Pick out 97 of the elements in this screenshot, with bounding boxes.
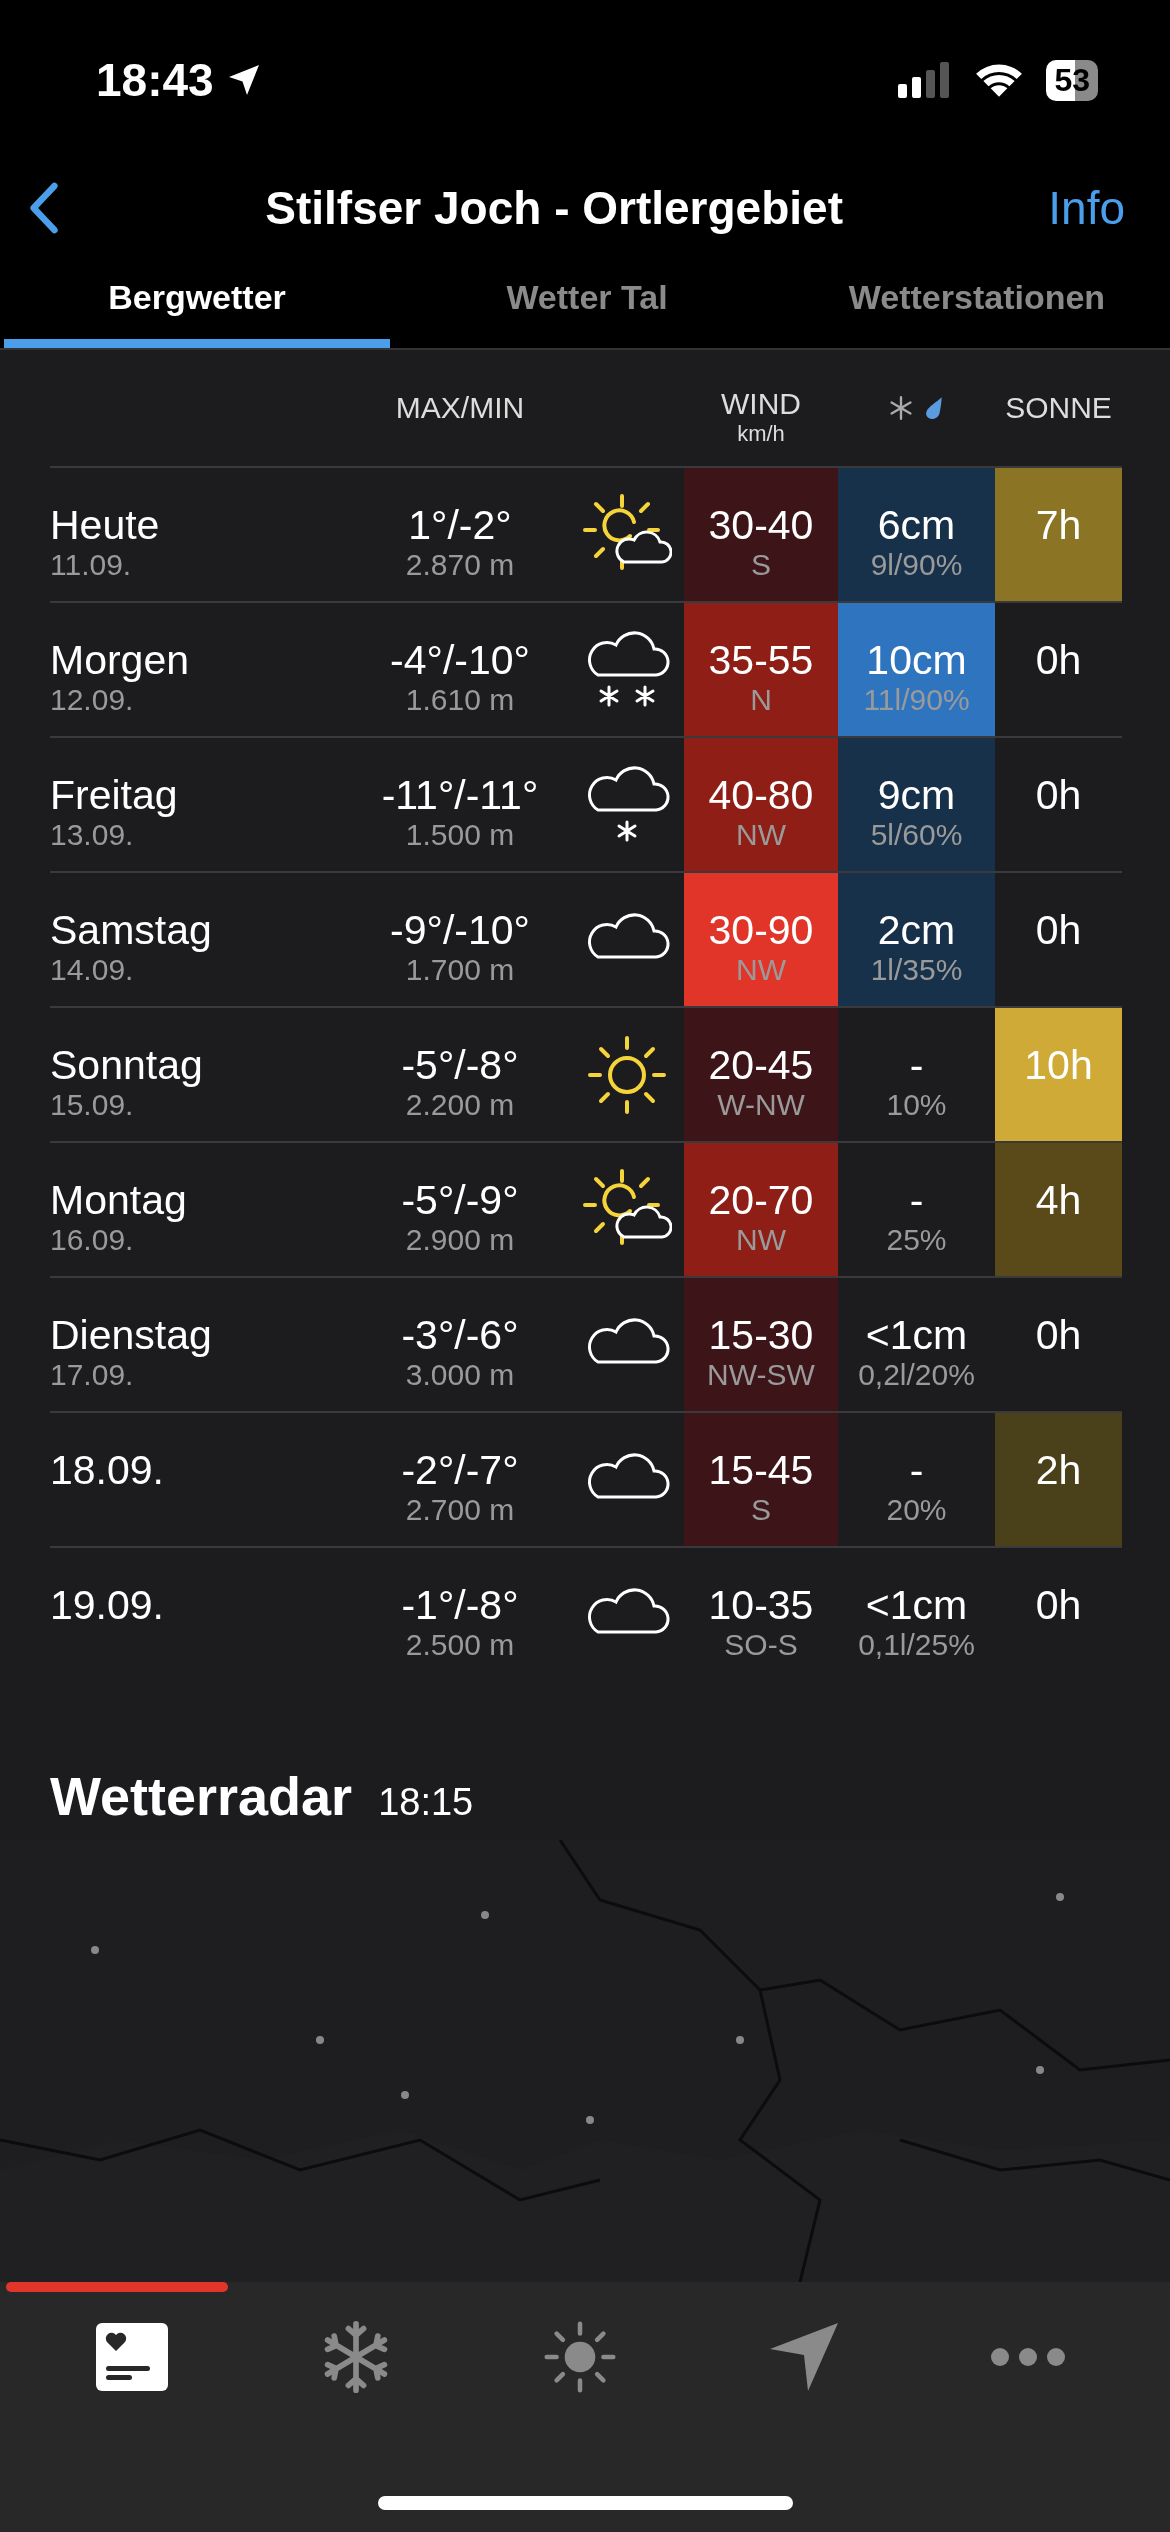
snow-amount: -	[909, 1042, 924, 1088]
wind-direction: SO-S	[724, 1628, 798, 1662]
temperature-range: -9°/-10°	[390, 907, 530, 953]
precipitation-detail: 10%	[886, 1088, 947, 1122]
precipitation-detail: 11l/90%	[863, 683, 970, 717]
wind-direction: NW	[736, 1223, 786, 1257]
wind-speed: 15-30	[708, 1312, 814, 1358]
sunshine-hours: 0h	[1035, 1312, 1082, 1358]
more-icon[interactable]	[990, 2347, 1066, 2367]
temperature-range: -11°/-11°	[381, 772, 539, 818]
date-label: 17.09.	[50, 1358, 134, 1392]
date-label: 15.09.	[50, 1088, 134, 1122]
wind-direction: NW	[736, 953, 786, 987]
sunshine-hours: 0h	[1035, 772, 1082, 818]
altitude-label: 2.700 m	[405, 1493, 515, 1527]
precipitation-detail: 0,1l/25%	[858, 1628, 975, 1662]
day-label: Dienstag	[50, 1312, 212, 1358]
column-header: SONNE	[1004, 391, 1113, 425]
column-header: MAX/MIN	[394, 391, 526, 425]
snow-amount: <1cm	[865, 1312, 968, 1358]
page-title: Stilfser Joch - Ortlergebiet	[265, 180, 843, 235]
precipitation-detail: 1l/35%	[870, 953, 963, 987]
day-label: 18.09.	[50, 1447, 164, 1493]
date-label: 13.09.	[50, 818, 134, 852]
date-label: 12.09.	[50, 683, 134, 717]
altitude-label: 1.610 m	[405, 683, 515, 717]
wind-direction: W-NW	[717, 1088, 805, 1122]
snow-amount: <1cm	[865, 1582, 968, 1628]
precipitation-detail: 9l/90%	[870, 548, 963, 582]
sunshine-hours: 7h	[1035, 502, 1082, 548]
day-label: Samstag	[50, 907, 212, 953]
date-label: 16.09.	[50, 1223, 134, 1257]
status-time: 18:43	[96, 53, 214, 107]
temperature-range: -2°/-7°	[401, 1447, 519, 1493]
day-label: Sonntag	[50, 1042, 203, 1088]
temperature-range: -4°/-10°	[390, 637, 530, 683]
precipitation-detail: 5l/60%	[870, 818, 963, 852]
precipitation-detail: 25%	[886, 1223, 947, 1257]
unit-label: km/h	[737, 421, 785, 447]
sunshine-hours: 2h	[1035, 1447, 1082, 1493]
precipitation-detail: 0,2l/20%	[858, 1358, 975, 1392]
temperature-range: 1°/-2°	[408, 502, 512, 548]
radar-time: 18:15	[378, 1781, 474, 1824]
altitude-label: 1.500 m	[405, 818, 515, 852]
snow-amount: 9cm	[877, 772, 956, 818]
temperature-range: -5°/-8°	[401, 1042, 519, 1088]
temperature-range: -1°/-8°	[401, 1582, 519, 1628]
wind-speed: 15-45	[708, 1447, 814, 1493]
sunshine-hours: 0h	[1035, 637, 1082, 683]
sunshine-hours: 10h	[1024, 1042, 1093, 1088]
wind-direction: S	[751, 548, 771, 582]
location-tab-icon[interactable]	[768, 2321, 840, 2393]
back-icon[interactable]	[28, 181, 60, 234]
date-label: 14.09.	[50, 953, 134, 987]
wind-direction: NW	[736, 818, 786, 852]
snow-amount: -	[909, 1447, 924, 1493]
wind-direction: S	[751, 1493, 771, 1527]
favorites-tab-icon[interactable]	[96, 2321, 168, 2393]
wind-speed: 30-40	[708, 502, 814, 548]
column-header: WIND	[721, 387, 801, 421]
wind-speed: 20-45	[708, 1042, 814, 1088]
altitude-label: 2.900 m	[405, 1223, 515, 1257]
date-label: 11.09.	[50, 548, 132, 582]
altitude-label: 2.500 m	[405, 1628, 515, 1662]
wind-speed: 30-90	[708, 907, 814, 953]
wind-direction: N	[750, 683, 772, 717]
wind-speed: 40-80	[708, 772, 814, 818]
day-label: Morgen	[50, 637, 189, 683]
day-label: Heute	[50, 502, 160, 548]
section-title: Wetterradar	[50, 1765, 353, 1827]
snow-amount: 10cm	[866, 637, 967, 683]
sunshine-hours: 0h	[1035, 1582, 1082, 1628]
wind-speed: 10-35	[708, 1582, 814, 1628]
tab[interactable]: Wetter Tal	[394, 255, 780, 348]
altitude-label: 2.200 m	[405, 1088, 515, 1122]
precipitation-detail: 20%	[886, 1493, 947, 1527]
info-link[interactable]: Info	[1048, 180, 1125, 235]
tab[interactable]: Wetterstationen	[784, 255, 1170, 348]
day-label: 19.09.	[50, 1582, 164, 1628]
sunshine-hours: 4h	[1035, 1177, 1082, 1223]
altitude-label: 3.000 m	[405, 1358, 515, 1392]
sun-tab-icon[interactable]	[544, 2321, 616, 2393]
temperature-range: -3°/-6°	[401, 1312, 519, 1358]
altitude-label: 1.700 m	[405, 953, 515, 987]
wind-direction: NW-SW	[707, 1358, 815, 1392]
snow-amount: 2cm	[877, 907, 956, 953]
snow-amount: -	[909, 1177, 924, 1223]
temperature-range: -5°/-9°	[401, 1177, 519, 1223]
sunshine-hours: 0h	[1035, 907, 1082, 953]
day-label: Montag	[50, 1177, 187, 1223]
wind-speed: 20-70	[708, 1177, 814, 1223]
day-label: Freitag	[50, 772, 178, 818]
snow-amount: 6cm	[877, 502, 956, 548]
altitude-label: 2.870 m	[405, 548, 515, 582]
snowflake-icon	[887, 395, 914, 421]
wind-speed: 35-55	[708, 637, 814, 683]
battery-indicator: 53	[1046, 59, 1098, 101]
